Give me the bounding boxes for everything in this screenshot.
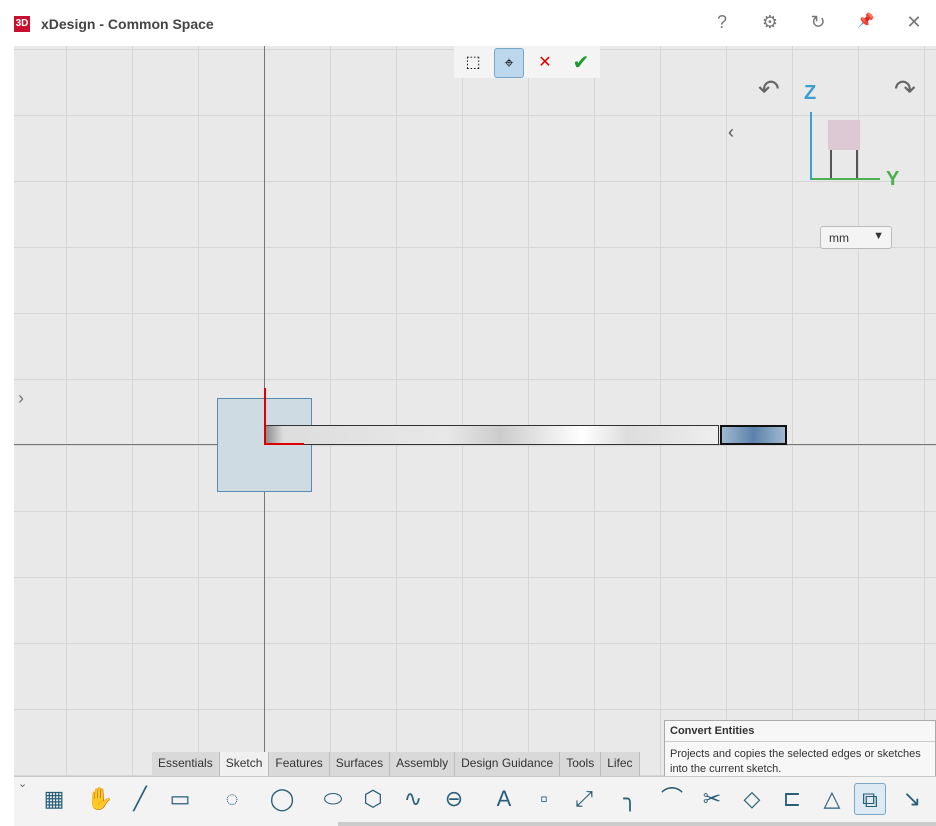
ellipse-icon: ⬭ (323, 786, 343, 811)
tab-surfaces[interactable]: Surfaces (329, 752, 391, 776)
tooltip-title: Convert Entities (665, 721, 935, 742)
trim-icon: ✂ (702, 786, 722, 811)
selected-face[interactable] (720, 425, 787, 445)
fillet-icon: ╮ (623, 786, 637, 811)
chamfer-icon: ⌒ (660, 786, 683, 811)
expand-panel-icon[interactable]: › (18, 388, 24, 409)
circle-button[interactable]: ◯ (266, 783, 298, 815)
text-button[interactable]: A (488, 783, 520, 815)
point-button[interactable]: ▫ (528, 783, 560, 815)
polygon-icon: ⬡ (363, 786, 383, 811)
axis-y-label: Y (886, 168, 900, 190)
tab-tools[interactable]: Tools (560, 752, 602, 776)
sketch-view-icon[interactable]: ⌖ (494, 48, 524, 78)
chamfer-button[interactable]: ⌒ (656, 783, 688, 815)
exit-sketch-icon[interactable]: ✔ (566, 48, 596, 78)
project-icon: ↘ (902, 786, 922, 811)
rectangle-button[interactable]: ▭ (164, 783, 196, 815)
tab-lifecycle[interactable]: Lifec (601, 752, 640, 776)
origin-x-arrow (264, 443, 304, 445)
project-button[interactable]: ↘ (896, 783, 928, 815)
offset-icon: ◇ (743, 786, 761, 811)
slot-icon: ⊖ (444, 786, 464, 811)
spline-button[interactable]: ∿ (397, 783, 429, 815)
gear-icon[interactable]: ⚙ (758, 12, 782, 33)
text-icon: A (496, 786, 512, 811)
convert-entities-icon: ⧉ (862, 787, 878, 812)
chevron-down-icon: ▼ (873, 230, 884, 242)
units-dropdown[interactable]: mm ▼ (820, 226, 892, 249)
title-bar: 3D xDesign - Common Space ? ⚙ ↻ 📌 ✕ (0, 0, 936, 46)
pin-icon[interactable]: 📌 (854, 12, 878, 29)
sketch-grid-button[interactable]: ▦ (38, 783, 70, 815)
help-icon[interactable]: ? (710, 12, 734, 33)
spline-icon: ∿ (403, 786, 423, 811)
point-icon: ▫ (540, 786, 548, 811)
bar-body[interactable] (264, 425, 719, 445)
mirror-button[interactable]: △ (816, 783, 848, 815)
offset-entities-button[interactable]: ⊏ (776, 783, 808, 815)
rotate-left-icon[interactable]: ↶ (758, 74, 780, 105)
tab-essentials[interactable]: Essentials (152, 752, 220, 776)
dimension-button[interactable]: ⤢ (568, 783, 600, 815)
axis-z-label: Z (804, 82, 817, 104)
rectangle-icon: ▭ (169, 786, 191, 811)
line-button[interactable]: ╱ (124, 783, 156, 815)
ellipse-button[interactable]: ⬭ (317, 783, 349, 815)
sketch-grid-icon: ▦ (43, 786, 65, 811)
app-logo: 3D (14, 16, 30, 32)
cancel-sketch-icon[interactable]: ✕ (530, 48, 560, 78)
tab-assembly[interactable]: Assembly (390, 752, 456, 776)
dimension-icon: ⤢ (575, 786, 593, 811)
rotate-right-icon[interactable]: ↷ (894, 74, 916, 105)
window-title: xDesign - Common Space (41, 16, 214, 32)
arc-button[interactable]: ◌ (216, 783, 248, 815)
collapse-left-icon[interactable]: ‹ (728, 122, 734, 143)
mirror-icon: △ (823, 786, 841, 811)
trim-button[interactable]: ✂ (696, 783, 728, 815)
sketch-hud: ⬚ ⌖ ✕ ✔ (454, 46, 600, 78)
freehand-button[interactable]: ✋ (84, 783, 116, 815)
arc-icon: ◌ (225, 786, 239, 811)
line-icon: ╱ (133, 786, 147, 811)
sketch-toolbar: ⌄ ▦ ✋ ╱ ▭ ◌ ◯ ⬭ ⬡ ∿ ⊖ A ▫ ⤢ ╮ ⌒ ✂ ◇ ⊏ △ ⧉ ↘ (14, 776, 936, 826)
collapse-toolbar-icon[interactable]: ⌄ (18, 777, 27, 790)
close-icon[interactable]: ✕ (902, 12, 926, 33)
polygon-button[interactable]: ⬡ (357, 783, 389, 815)
select-body-icon[interactable]: ⬚ (458, 48, 488, 78)
tab-design-guidance[interactable]: Design Guidance (455, 752, 561, 776)
sketch-canvas[interactable]: ⬚ ⌖ ✕ ✔ ↶ ↷ ‹ › Z Y mm ▼ (14, 46, 936, 776)
offset-entities-icon: ⊏ (782, 786, 802, 811)
origin-z-arrow (264, 388, 266, 444)
offset-button[interactable]: ◇ (736, 783, 768, 815)
circle-icon: ◯ (269, 786, 295, 811)
freehand-icon: ✋ (86, 786, 114, 811)
view-cube[interactable] (810, 110, 882, 182)
units-value: mm (829, 231, 849, 245)
fillet-button[interactable]: ╮ (614, 783, 646, 815)
tab-features[interactable]: Features (269, 752, 330, 776)
tooltip: Convert Entities Projects and copies the… (664, 720, 936, 780)
toolbar-scrollbar[interactable] (338, 822, 936, 826)
command-tabs: Essentials Sketch Features Surfaces Asse… (152, 752, 640, 776)
refresh-icon[interactable]: ↻ (806, 12, 830, 33)
tab-sketch[interactable]: Sketch (219, 752, 270, 776)
convert-entities-button[interactable]: ⧉ (854, 783, 886, 815)
slot-button[interactable]: ⊖ (438, 783, 470, 815)
